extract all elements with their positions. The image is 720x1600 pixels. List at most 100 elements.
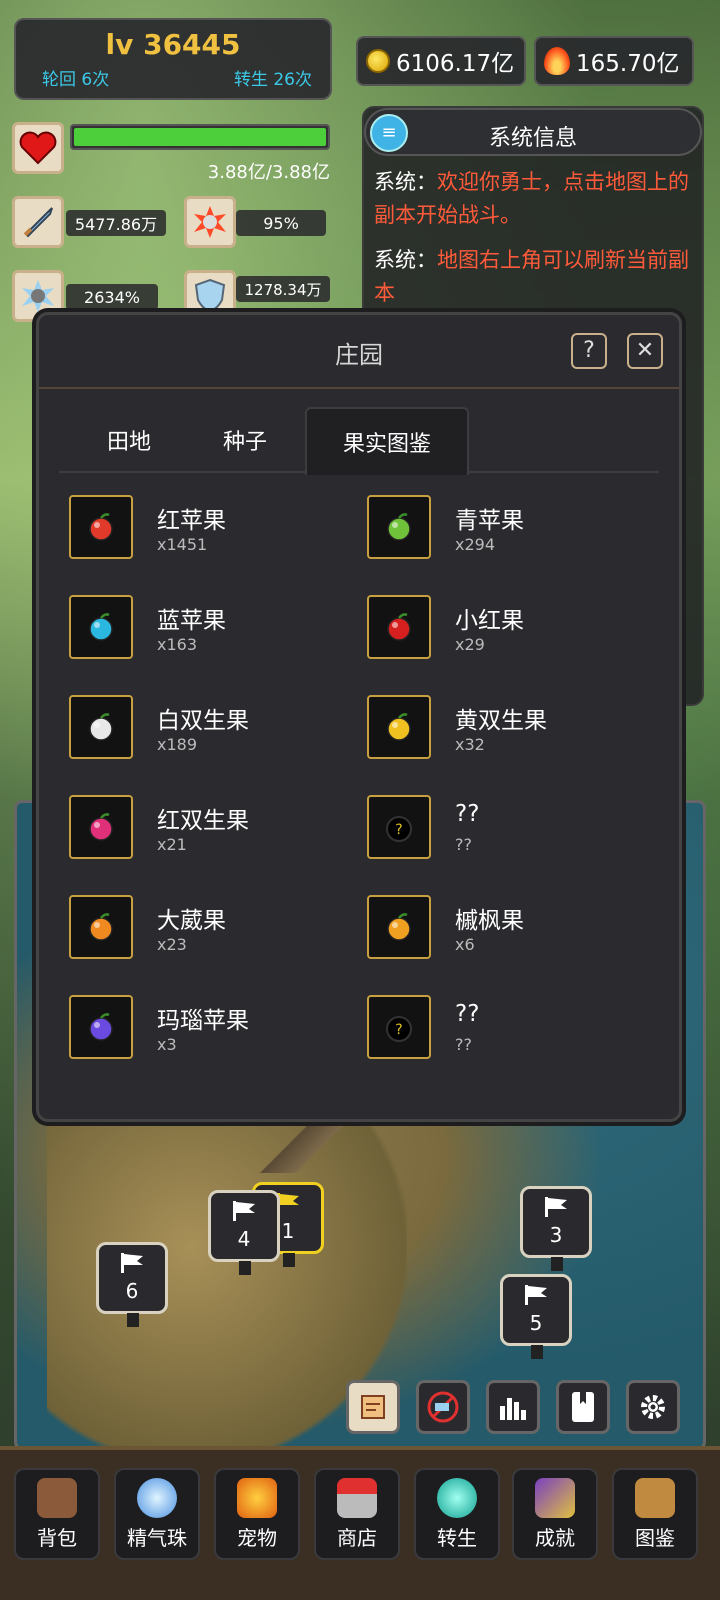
nav-rebirth[interactable]: 转生 [414,1468,500,1560]
no-auto-icon [427,1391,459,1423]
fruit-name: 红苹果 [157,508,226,534]
svg-text:?: ? [395,1022,402,1038]
bottom-navigation: 背包 精气珠 宠物 商店 转生 成就 图鉴 [0,1446,720,1600]
backpack-icon [37,1478,77,1518]
hp-text: 3.88亿/3.88亿 [207,162,330,183]
fruit-item[interactable]: 黄双生果 x32 [367,695,667,765]
nav-achievement[interactable]: 成就 [512,1468,598,1560]
fruit-count: x32 [455,735,485,754]
fruit-icon [69,795,133,859]
map-stage-flag-4[interactable]: 4 [208,1190,280,1275]
stats-button[interactable] [486,1380,540,1434]
fruit-count: ?? [455,835,472,854]
codex-book-icon [635,1478,675,1518]
svg-text:?: ? [395,822,402,838]
scroll-icon [361,1395,385,1419]
fire-display[interactable]: 165.70亿 [534,36,694,86]
gold-coin-icon [366,49,390,73]
fruit-icon [69,895,133,959]
fruit-count: ?? [455,1035,472,1054]
map-stage-flag-5[interactable]: 5 [500,1274,572,1359]
bookmark-button[interactable] [556,1380,610,1434]
fruit-icon [367,695,431,759]
fruit-name: ?? [455,1001,480,1027]
fruit-count: x6 [455,935,475,954]
map-mountains [247,1113,367,1173]
fruit-icon [69,495,133,559]
fruit-icon [69,595,133,659]
system-info-header: ≡ 系统信息 [364,108,702,156]
fruit-name: 黄双生果 [455,708,547,734]
nav-spirit-orb[interactable]: 精气珠 [114,1468,200,1560]
fruit-count: x23 [157,935,187,954]
level-panel: lv 36445 轮回 6次 转生 26次 [14,18,332,100]
fruit-item[interactable]: 青苹果 x294 [367,495,667,565]
fruit-icon [69,695,133,759]
dialog-header: 庄园 ? ✕ [39,315,679,389]
crit-damage-value: 2634% [66,284,158,310]
fruit-item[interactable]: 槭枫果 x6 [367,895,667,965]
fruit-name: 槭枫果 [455,908,524,934]
player-level: lv 36445 [105,28,241,61]
pet-icon [237,1478,277,1518]
gold-amount: 6106.17亿 [396,51,515,77]
crit-icon [184,196,236,248]
fruit-name: 白双生果 [157,708,249,734]
nav-shop[interactable]: 商店 [314,1468,400,1560]
achievement-icon [535,1478,575,1518]
auto-battle-button[interactable] [416,1380,470,1434]
fruit-icon [367,895,431,959]
bar-chart-icon [500,1398,526,1420]
sword-icon [12,196,64,248]
fruit-name: 小红果 [455,608,524,634]
fruit-count: x163 [157,635,198,654]
gear-icon [641,1395,665,1419]
heart-icon [12,122,64,174]
attack-value: 5477.86万 [66,210,166,236]
orb-icon [137,1478,177,1518]
fruit-item[interactable]: ????? [367,795,667,865]
nav-backpack[interactable]: 背包 [14,1468,100,1560]
fire-icon [544,47,570,75]
fruit-item[interactable]: 小红果 x29 [367,595,667,665]
fire-amount: 165.70亿 [576,51,680,77]
defense-value: 1278.34万 [236,276,330,302]
tab-fruit-codex[interactable]: 果实图鉴 [305,407,469,475]
fruit-item[interactable]: ????? [367,995,667,1065]
tab-field[interactable]: 田地 [79,407,179,473]
fruit-count: x29 [455,635,485,654]
fruit-count: x189 [157,735,198,754]
rebirth-icon [437,1478,477,1518]
fruit-item[interactable]: 红双生果 x21 [69,795,369,865]
close-button[interactable]: ✕ [627,333,663,369]
fruit-icon [69,995,133,1059]
reincarnation-count: 轮回 6次 [42,70,110,90]
tab-seed[interactable]: 种子 [195,407,295,473]
system-info-title: 系统信息 [488,126,577,151]
quest-scroll-button[interactable] [346,1380,400,1434]
fruit-item[interactable]: 红苹果 x1451 [69,495,369,565]
dialog-tabs: 田地 种子 果实图鉴 [59,407,659,475]
fruit-name: 大葳果 [157,908,226,934]
map-stage-flag-3[interactable]: 3 [520,1186,592,1271]
book-icon [572,1392,594,1422]
fruit-item[interactable]: 大葳果 x23 [69,895,369,965]
fruit-count: x3 [157,1035,177,1054]
fruit-item[interactable]: 白双生果 x189 [69,695,369,765]
gold-display[interactable]: 6106.17亿 [356,36,526,86]
fruit-count: x21 [157,835,187,854]
fruit-item[interactable]: 蓝苹果 x163 [69,595,369,665]
map-stage-flag-6[interactable]: 6 [96,1242,168,1327]
fruit-name: 蓝苹果 [157,608,226,634]
fruit-item[interactable]: 玛瑙苹果 x3 [69,995,369,1065]
hp-bar-fill [74,128,326,146]
crit-rate-value: 95% [236,210,326,236]
fruit-name: ?? [455,801,480,827]
hp-bar [70,124,330,150]
help-button[interactable]: ? [571,333,607,369]
nav-pet[interactable]: 宠物 [214,1468,300,1560]
settings-button[interactable] [626,1380,680,1434]
fruit-count: x294 [455,535,496,554]
nav-codex[interactable]: 图鉴 [612,1468,698,1560]
fruit-name: 玛瑙苹果 [157,1008,249,1034]
